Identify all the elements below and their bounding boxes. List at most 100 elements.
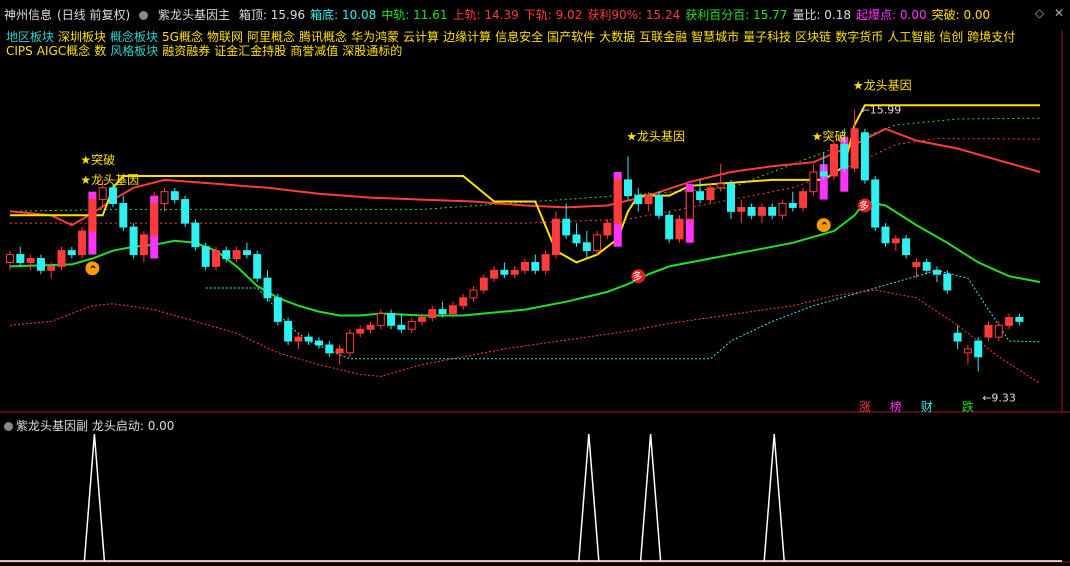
candle-body <box>953 332 962 342</box>
candle-body <box>438 309 447 315</box>
candle-body <box>799 191 808 208</box>
bottom-tag: 跌 <box>962 399 974 414</box>
startup-spike <box>763 433 785 562</box>
candle-body <box>57 250 66 267</box>
candle-body <box>469 289 478 299</box>
candle-body <box>521 261 529 271</box>
candle-body <box>974 340 983 358</box>
candle-body <box>716 183 725 189</box>
candle-body <box>160 191 169 204</box>
signal-label: ★突破 <box>812 129 847 144</box>
candle-body <box>675 218 684 240</box>
candle-body <box>16 254 25 263</box>
sub-indicator-name[interactable]: 紫龙头基因副 <box>16 419 88 433</box>
candle-body <box>881 226 890 244</box>
candle-body <box>809 171 818 193</box>
candle-body <box>150 202 159 236</box>
candle-body <box>356 328 365 334</box>
candle-body <box>36 258 45 271</box>
candle-body <box>644 195 653 204</box>
candle-body <box>479 277 488 291</box>
candle-body <box>562 218 571 236</box>
candle-body <box>418 316 426 322</box>
bottom-tag: 榜 <box>890 399 902 414</box>
candle-body <box>582 242 591 252</box>
candle-body <box>98 187 107 201</box>
buy-marker-glyph: ⌃ <box>820 220 829 233</box>
candle-body <box>891 238 900 244</box>
candle-body <box>840 144 849 169</box>
candle-body <box>407 320 416 330</box>
candle-body <box>201 246 210 267</box>
candle-body <box>531 261 540 271</box>
candle-body <box>685 191 694 220</box>
candle-body <box>273 297 282 322</box>
candle-body <box>242 250 251 256</box>
candle-body <box>1015 316 1024 322</box>
candle-body <box>1005 316 1014 326</box>
candle-body <box>757 206 766 216</box>
mid-band-line <box>9 200 1041 317</box>
candle-body <box>397 324 406 330</box>
signal-label: ★突破 <box>80 152 115 167</box>
candle-body <box>593 234 602 252</box>
sub-indicator-header: 紫龙头基因副 龙头启动: 0.00 <box>4 417 174 434</box>
sub-field-value: 0.00 <box>147 419 175 433</box>
candle-body <box>315 340 323 346</box>
candle-body <box>510 269 519 275</box>
candle-body <box>26 258 35 263</box>
candle-body <box>232 250 241 260</box>
candle-body <box>366 324 375 330</box>
candle-body <box>129 226 138 256</box>
candle-body <box>572 234 581 244</box>
lower-band-line <box>9 289 1041 384</box>
candle-body <box>500 269 509 275</box>
buy-marker-glyph: ⌃ <box>88 263 97 276</box>
candle-body <box>788 202 797 208</box>
candle-body <box>696 191 705 201</box>
candle-body <box>902 238 911 256</box>
candle-body <box>768 206 777 216</box>
candle-body <box>335 348 344 354</box>
candle-body <box>109 187 117 204</box>
signal-label: ★龙头基因 <box>626 130 685 144</box>
candle-body <box>819 171 828 177</box>
signal-label: ★龙头基因 <box>853 79 912 93</box>
stock-chart[interactable]: ←15.99←9.33★突破★龙头基因★龙头基因 ★突破★龙头基因⌃⌃多多涨榜财跌 <box>0 0 1070 566</box>
candle-body <box>922 261 931 271</box>
candle-body <box>943 273 952 291</box>
candle-body <box>963 348 972 354</box>
candle-body <box>181 199 190 224</box>
bottom-tag: 财 <box>921 400 933 414</box>
candle-body <box>448 305 457 315</box>
candle-body <box>253 254 262 279</box>
candle-body <box>871 179 880 228</box>
candle-body <box>170 191 179 201</box>
candle-body <box>294 336 303 342</box>
candle-body <box>428 309 437 318</box>
settings-circle-icon[interactable] <box>4 419 16 433</box>
candle-body <box>665 214 674 240</box>
candle-body <box>222 250 231 260</box>
candle-body <box>78 230 87 256</box>
candle-body <box>747 206 756 216</box>
candle-body <box>191 222 200 248</box>
candle-body <box>376 313 385 326</box>
candle-body <box>459 297 468 307</box>
sub-field-label: 龙头启动 <box>91 419 140 433</box>
candle-body <box>984 324 993 338</box>
signal-label: ★龙头基因 <box>80 173 139 187</box>
candle-body <box>263 277 272 299</box>
candle-body <box>119 202 128 228</box>
candle-body <box>490 269 499 279</box>
candle-body <box>139 234 148 256</box>
startup-spike <box>83 433 106 562</box>
candle-body <box>624 179 632 197</box>
candle-body <box>737 206 746 212</box>
candle-body <box>706 187 715 201</box>
candle-body <box>850 128 859 169</box>
candle-body <box>613 179 622 224</box>
candle-body <box>634 195 643 204</box>
candle-body <box>345 332 354 354</box>
long-marker-label: 多 <box>859 199 869 212</box>
